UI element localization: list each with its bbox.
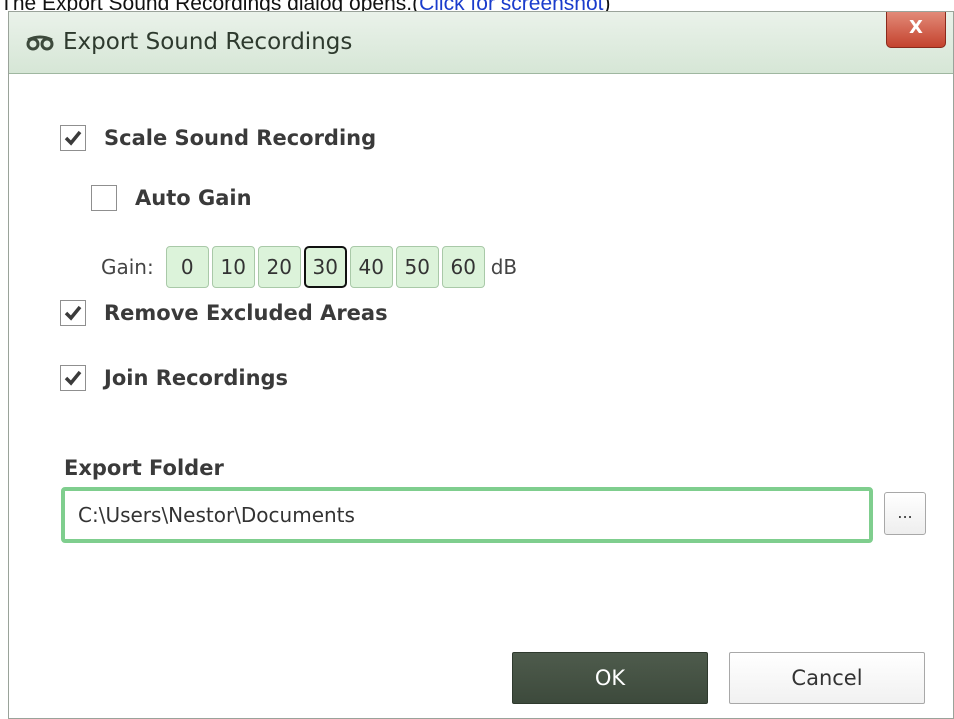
cancel-button[interactable]: Cancel — [729, 652, 925, 704]
scale-sound-recording-label: Scale Sound Recording — [104, 126, 377, 150]
scale-sound-recording-checkbox[interactable] — [60, 125, 86, 151]
checkmark-icon — [64, 130, 82, 146]
browse-button[interactable]: ... — [884, 492, 926, 535]
close-icon: X — [909, 17, 923, 38]
auto-gain-option[interactable]: Auto Gain — [91, 185, 252, 211]
gain-button-40[interactable]: 40 — [349, 246, 393, 288]
join-recordings-label: Join Recordings — [104, 366, 289, 390]
join-recordings-option[interactable]: Join Recordings — [60, 365, 288, 391]
glasses-icon — [26, 34, 54, 52]
remove-excluded-areas-checkbox[interactable] — [60, 300, 86, 326]
close-button[interactable]: X — [886, 12, 946, 48]
auto-gain-label: Auto Gain — [135, 186, 252, 210]
export-folder-label: Export Folder — [64, 456, 224, 480]
gain-label: Gain: — [101, 255, 154, 279]
title-bar[interactable]: Export Sound Recordings X — [9, 12, 953, 74]
checkmark-icon — [64, 370, 82, 386]
gain-button-20[interactable]: 20 — [257, 246, 301, 288]
ok-button[interactable]: OK — [512, 652, 708, 704]
dialog-title: Export Sound Recordings — [63, 29, 353, 55]
auto-gain-checkbox[interactable] — [91, 185, 117, 211]
gain-button-10[interactable]: 10 — [211, 246, 255, 288]
export-folder-input[interactable]: C:\Users\Nestor\Documents — [61, 487, 873, 543]
scale-sound-recording-option[interactable]: Scale Sound Recording — [60, 125, 376, 151]
gain-button-30[interactable]: 30 — [303, 246, 347, 288]
gain-selector: Gain: 0 10 20 30 40 50 60 dB — [101, 246, 517, 288]
gain-button-0[interactable]: 0 — [165, 246, 209, 288]
remove-excluded-areas-label: Remove Excluded Areas — [104, 301, 388, 325]
remove-excluded-areas-option[interactable]: Remove Excluded Areas — [60, 300, 388, 326]
join-recordings-checkbox[interactable] — [60, 365, 86, 391]
export-sound-recordings-dialog: Export Sound Recordings X Scale Sound Re… — [8, 11, 954, 719]
checkmark-icon — [64, 305, 82, 321]
gain-button-60[interactable]: 60 — [441, 246, 485, 288]
gain-unit: dB — [490, 255, 518, 279]
gain-button-50[interactable]: 50 — [395, 246, 439, 288]
